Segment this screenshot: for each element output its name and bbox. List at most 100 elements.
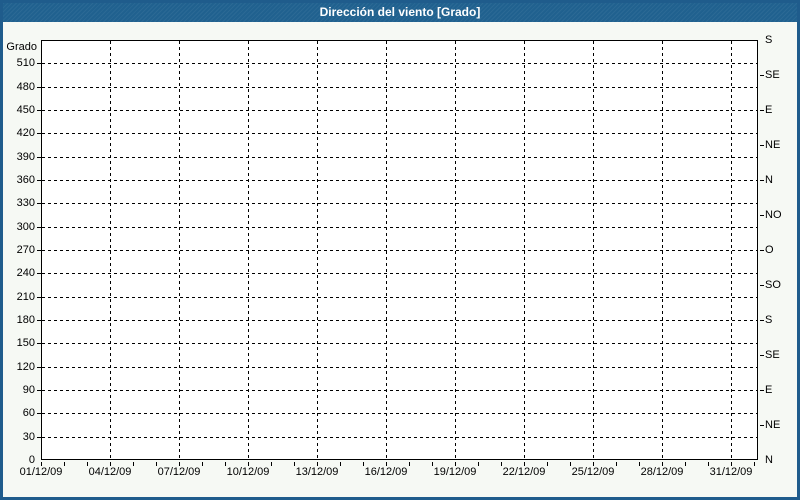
x-minor-tick <box>317 462 318 466</box>
h-gridline <box>42 390 758 391</box>
x-minor-tick <box>685 462 686 466</box>
y-left-tick <box>37 413 41 415</box>
x-minor-tick <box>363 462 364 466</box>
h-gridline <box>42 413 758 415</box>
y-left-tick <box>37 180 41 181</box>
y-right-tick <box>760 425 764 426</box>
h-gridline <box>42 63 758 65</box>
y-left-tick <box>37 156 41 158</box>
y-left-tick <box>37 320 41 321</box>
y-right-tick-label: N <box>765 454 773 466</box>
y-left-tick-label: 390 <box>16 150 35 163</box>
x-minor-tick <box>616 462 617 466</box>
x-minor-tick <box>271 462 272 466</box>
y-axis-unit-label: Grado <box>6 41 37 53</box>
x-minor-tick <box>179 462 180 466</box>
chart-title: Dirección del viento [Grado] <box>319 5 481 19</box>
v-gridline <box>386 41 387 460</box>
x-minor-tick <box>202 462 203 466</box>
x-minor-tick <box>340 462 341 466</box>
x-minor-tick <box>662 462 663 466</box>
y-right-tick-label: S <box>765 314 773 326</box>
y-left-tick-label: 240 <box>16 267 35 280</box>
x-tick-label: 31/12/09 <box>709 466 753 478</box>
h-gridline <box>42 320 758 321</box>
y-left-tick <box>37 250 41 251</box>
y-right-tick <box>760 285 764 286</box>
v-gridline <box>662 41 663 460</box>
x-minor-tick <box>110 462 111 466</box>
x-minor-tick <box>501 462 502 466</box>
x-minor-tick <box>639 462 640 466</box>
y-right-tick-label: NE <box>765 139 781 151</box>
y-left-tick-label: 180 <box>16 314 35 326</box>
h-gridline <box>42 180 758 181</box>
y-right-tick <box>760 250 764 251</box>
h-gridline <box>42 86 758 88</box>
x-minor-tick <box>570 462 571 466</box>
chart-window: Dirección del viento [Grado] Grado 0 30 60… <box>0 0 800 500</box>
y-left-tick <box>37 436 41 438</box>
x-minor-tick <box>593 462 594 466</box>
x-minor-tick <box>225 462 226 466</box>
y-right-tick-label: E <box>765 384 773 396</box>
y-left-tick-label: 300 <box>16 220 35 233</box>
h-gridline <box>42 343 758 345</box>
h-gridline <box>42 436 758 438</box>
y-left-tick <box>37 343 41 345</box>
y-left-tick-label: 120 <box>16 360 35 373</box>
y-right-tick <box>760 215 764 216</box>
y-right-tick <box>760 145 764 146</box>
y-right-tick-label: SE <box>765 69 780 81</box>
x-tick-label: 16/12/09 <box>364 466 408 478</box>
y-right-tick <box>760 110 764 111</box>
y-left-tick <box>37 296 41 298</box>
h-gridline <box>42 366 758 368</box>
x-minor-tick <box>409 462 410 466</box>
h-gridline <box>42 203 758 205</box>
chart-title-bar: Dirección del viento [Grado] <box>3 3 797 22</box>
x-minor-tick <box>754 462 755 466</box>
h-gridline <box>42 226 758 228</box>
v-gridline <box>248 41 249 460</box>
x-tick-label: 01/12/09 <box>19 466 63 478</box>
y-left-tick-label: 420 <box>16 127 35 140</box>
y-left-tick <box>37 63 41 65</box>
x-tick-label: 04/12/09 <box>88 466 132 478</box>
y-left-tick-label: 330 <box>16 197 35 210</box>
y-right-tick <box>760 75 764 76</box>
y-right-tick-label: S <box>765 34 773 46</box>
y-right-tick-label: SE <box>765 349 780 361</box>
x-minor-tick <box>156 462 157 466</box>
x-minor-tick <box>478 462 479 466</box>
v-gridline <box>731 41 732 460</box>
y-left-tick <box>37 226 41 228</box>
y-left-tick <box>37 273 41 275</box>
y-left-tick-label: 30 <box>22 430 35 443</box>
x-minor-tick <box>41 462 42 466</box>
x-tick-label: 28/12/09 <box>640 466 684 478</box>
x-minor-tick <box>731 462 732 466</box>
v-gridline <box>317 41 318 460</box>
v-gridline <box>179 41 180 460</box>
y-left-tick-label: 90 <box>22 384 35 396</box>
x-minor-tick <box>432 462 433 466</box>
y-left-tick <box>37 390 41 391</box>
y-right-tick <box>760 320 764 321</box>
x-tick-label: 22/12/09 <box>502 466 546 478</box>
y-left-tick-label: 480 <box>16 80 35 93</box>
h-gridline <box>42 273 758 275</box>
x-minor-tick <box>87 462 88 466</box>
h-gridline <box>42 110 758 111</box>
y-right-tick-label: N <box>765 174 773 186</box>
y-left-tick-label: 450 <box>16 104 35 116</box>
y-right-tick <box>760 355 764 356</box>
y-left-tick <box>37 203 41 205</box>
v-gridline <box>593 41 594 460</box>
x-minor-tick <box>547 462 548 466</box>
x-minor-tick <box>248 462 249 466</box>
y-right-tick-label: SO <box>765 279 781 291</box>
y-right-tick-label: O <box>765 244 774 256</box>
y-right-tick <box>760 390 764 391</box>
y-right-tick <box>760 180 764 181</box>
